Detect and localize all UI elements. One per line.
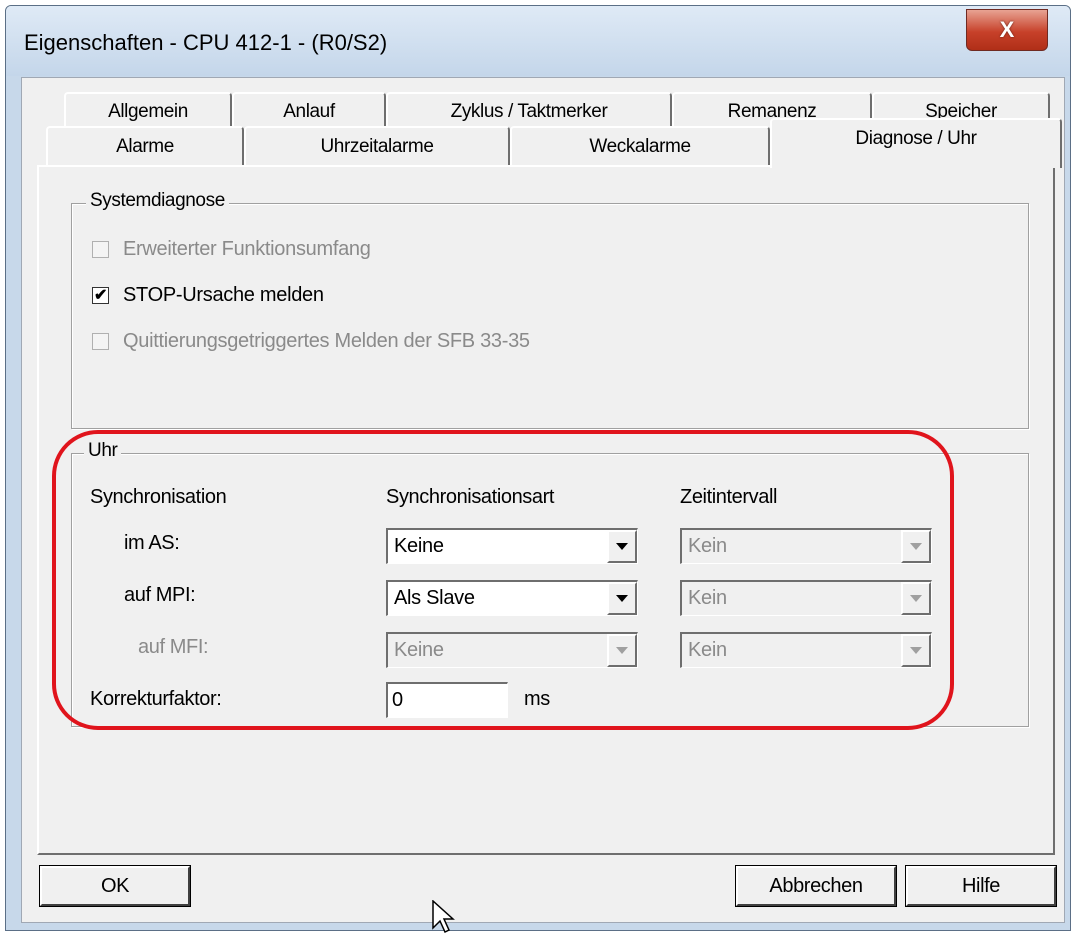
dropdown-arrow-icon[interactable] xyxy=(607,582,637,615)
systemdiagnose-group: Systemdiagnose Erweiterter Funktionsumfa… xyxy=(71,190,1029,429)
select-value: Kein xyxy=(688,535,727,557)
synchronisation-header: Synchronisation xyxy=(90,486,227,508)
auf-mfi-interval-select[interactable]: Kein xyxy=(680,632,932,668)
select-value: Als Slave xyxy=(394,587,475,609)
auf-mpi-interval-select[interactable]: Kein xyxy=(680,580,932,616)
tab-label: Diagnose / Uhr xyxy=(855,128,977,149)
dropdown-arrow-icon[interactable] xyxy=(607,634,637,667)
tab-label: Weckalarme xyxy=(589,136,691,157)
dropdown-arrow-icon[interactable] xyxy=(607,530,637,563)
zeitintervall-header: Zeitintervall xyxy=(680,486,778,508)
close-icon: X xyxy=(999,17,1015,42)
checkmark-icon: ✔ xyxy=(92,286,109,304)
help-button[interactable]: Hilfe xyxy=(905,865,1057,907)
checkbox-box xyxy=(92,333,109,350)
systemdiagnose-legend: Systemdiagnose xyxy=(86,190,229,212)
button-label: OK xyxy=(100,874,130,897)
im-as-label: im AS: xyxy=(124,532,180,554)
auf-mpi-sync-type-select[interactable]: Als Slave xyxy=(386,580,638,616)
tab-zyklus-taktmerker[interactable]: Zyklus / Taktmerker xyxy=(386,92,672,130)
select-value: Keine xyxy=(394,535,444,557)
tab-uhrzeitalarme[interactable]: Uhrzeitalarme xyxy=(244,126,510,166)
title-bar[interactable]: Eigenschaften - CPU 412-1 - (R0/S2) X xyxy=(6,6,1070,76)
tab-label: Allgemein xyxy=(108,101,188,122)
im-as-sync-type-select[interactable]: Keine xyxy=(386,528,638,564)
tab-panel-diagnose-uhr: Systemdiagnose Erweiterter Funktionsumfa… xyxy=(37,165,1055,855)
mouse-cursor-icon xyxy=(432,900,455,934)
tab-allgemein[interactable]: Allgemein xyxy=(64,92,232,130)
checkbox-label: STOP-Ursache melden xyxy=(123,284,324,306)
korrekturfaktor-input[interactable]: 0 xyxy=(386,682,508,718)
tab-alarme[interactable]: Alarme xyxy=(46,126,244,166)
korrekturfaktor-unit: ms xyxy=(524,688,550,710)
dropdown-arrow-icon[interactable] xyxy=(901,530,931,563)
korrekturfaktor-label: Korrekturfaktor: xyxy=(90,688,222,710)
button-label: Abbrechen xyxy=(769,874,863,897)
auf-mfi-label: auf MFI: xyxy=(138,636,209,658)
checkbox-box xyxy=(92,241,109,258)
uhr-group: Uhr Synchronisation Synchronisationsart … xyxy=(71,440,1029,727)
checkbox-label: Erweiterter Funktionsumfang xyxy=(123,238,371,260)
tab-diagnose-uhr[interactable]: Diagnose / Uhr xyxy=(770,118,1062,168)
synchronisationsart-header: Synchronisationsart xyxy=(386,486,555,508)
window-title: Eigenschaften - CPU 412-1 - (R0/S2) xyxy=(24,30,388,55)
erweiterter-funktionsumfang-checkbox[interactable]: Erweiterter Funktionsumfang xyxy=(92,238,371,261)
select-value: Kein xyxy=(688,587,727,609)
quittierung-checkbox[interactable]: Quittierungsgetriggertes Melden der SFB … xyxy=(92,330,530,353)
stop-ursache-checkbox[interactable]: ✔ STOP-Ursache melden xyxy=(92,284,324,307)
close-button[interactable]: X xyxy=(966,9,1048,51)
button-label: Hilfe xyxy=(961,874,1000,897)
select-value: Kein xyxy=(688,639,727,661)
tab-anlauf[interactable]: Anlauf xyxy=(232,92,386,130)
auf-mfi-sync-type-select[interactable]: Keine xyxy=(386,632,638,668)
cancel-button[interactable]: Abbrechen xyxy=(735,865,897,907)
tab-label: Zyklus / Taktmerker xyxy=(450,101,608,122)
uhr-legend: Uhr xyxy=(84,440,122,462)
dropdown-arrow-icon[interactable] xyxy=(901,582,931,615)
tab-weckalarme[interactable]: Weckalarme xyxy=(510,126,770,166)
tab-label: Uhrzeitalarme xyxy=(320,136,434,157)
checkbox-label: Quittierungsgetriggertes Melden der SFB … xyxy=(123,330,530,352)
im-as-interval-select[interactable]: Kein xyxy=(680,528,932,564)
auf-mpi-label: auf MPI: xyxy=(124,584,196,606)
tab-label: Anlauf xyxy=(283,101,335,122)
tab-label: Alarme xyxy=(116,136,174,157)
dropdown-arrow-icon[interactable] xyxy=(901,634,931,667)
ok-button[interactable]: OK xyxy=(39,865,191,907)
select-value: Keine xyxy=(394,639,444,661)
korrekturfaktor-value: 0 xyxy=(392,689,404,711)
